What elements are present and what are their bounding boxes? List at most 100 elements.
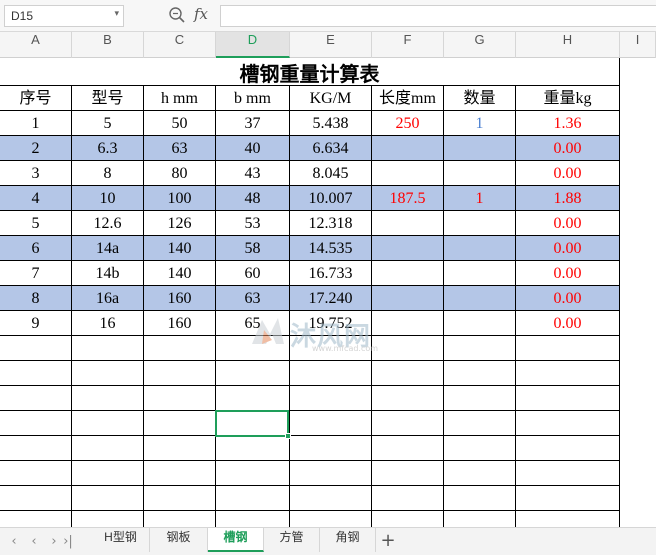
empty-cell[interactable] [372, 336, 444, 361]
cell-model[interactable]: 16a [72, 286, 144, 311]
prev-sheet-icon[interactable]: ‹ [26, 532, 42, 552]
cell-model[interactable]: 5 [72, 111, 144, 136]
cell-length[interactable] [372, 136, 444, 161]
empty-cell[interactable] [290, 486, 372, 511]
empty-cell[interactable] [216, 461, 290, 486]
sheet-tab[interactable]: 槽钢 [208, 528, 264, 552]
empty-cell[interactable] [372, 511, 444, 527]
cell-no[interactable]: 9 [0, 311, 72, 336]
cell-qty[interactable]: 1 [444, 111, 516, 136]
cell-qty[interactable] [444, 236, 516, 261]
empty-cell[interactable] [144, 486, 216, 511]
cell-length[interactable] [372, 161, 444, 186]
cell-length[interactable] [372, 261, 444, 286]
empty-cell[interactable] [290, 336, 372, 361]
cell-h[interactable]: 140 [144, 236, 216, 261]
empty-cell[interactable] [72, 411, 144, 436]
add-sheet-icon[interactable]: + [378, 530, 398, 552]
cell-b[interactable]: 48 [216, 186, 290, 211]
empty-cell[interactable] [144, 361, 216, 386]
empty-cell[interactable] [0, 511, 72, 527]
cell-model[interactable]: 8 [72, 161, 144, 186]
cell-length[interactable] [372, 311, 444, 336]
cell-h[interactable]: 160 [144, 286, 216, 311]
cell-length[interactable] [372, 286, 444, 311]
empty-cell[interactable] [216, 486, 290, 511]
cell-length[interactable]: 187.5 [372, 186, 444, 211]
sheet-tab[interactable]: 钢板 [150, 528, 208, 552]
cell-weight[interactable]: 1.36 [516, 111, 620, 136]
empty-cell[interactable] [444, 461, 516, 486]
cell-no[interactable]: 5 [0, 211, 72, 236]
empty-cell[interactable] [144, 511, 216, 527]
empty-cell[interactable] [516, 411, 620, 436]
cell-weight[interactable]: 0.00 [516, 286, 620, 311]
empty-cell[interactable] [290, 361, 372, 386]
cell-b[interactable]: 53 [216, 211, 290, 236]
cell-h[interactable]: 50 [144, 111, 216, 136]
first-sheet-icon[interactable]: ‹ [6, 532, 22, 552]
column-header-a[interactable]: A [0, 32, 72, 58]
empty-cell[interactable] [216, 436, 290, 461]
cell-weight[interactable]: 0.00 [516, 236, 620, 261]
empty-cell[interactable] [72, 461, 144, 486]
empty-cell[interactable] [0, 411, 72, 436]
empty-cell[interactable] [72, 511, 144, 527]
cell-no[interactable]: 1 [0, 111, 72, 136]
cell-h[interactable]: 160 [144, 311, 216, 336]
empty-cell[interactable] [290, 436, 372, 461]
empty-cell[interactable] [372, 436, 444, 461]
cell-b[interactable]: 37 [216, 111, 290, 136]
empty-cell[interactable] [444, 386, 516, 411]
empty-cell[interactable] [72, 436, 144, 461]
empty-cell[interactable] [216, 336, 290, 361]
empty-cell[interactable] [444, 336, 516, 361]
last-sheet-icon[interactable]: ›| [60, 532, 76, 552]
cell-weight[interactable]: 1.88 [516, 186, 620, 211]
name-box[interactable]: D15 ▾ [4, 5, 124, 27]
empty-cell[interactable] [444, 511, 516, 527]
empty-cell[interactable] [216, 361, 290, 386]
cell-model[interactable]: 10 [72, 186, 144, 211]
header-cell-b[interactable]: b mm [216, 86, 290, 111]
cell-length[interactable]: 250 [372, 111, 444, 136]
cell-kgm[interactable]: 12.318 [290, 211, 372, 236]
empty-cell[interactable] [516, 361, 620, 386]
empty-cell[interactable] [290, 411, 372, 436]
cell-kgm[interactable]: 14.535 [290, 236, 372, 261]
empty-cell[interactable] [0, 461, 72, 486]
empty-cell[interactable] [516, 511, 620, 527]
column-header-h[interactable]: H [516, 32, 620, 58]
empty-cell[interactable] [290, 386, 372, 411]
cell-no[interactable]: 3 [0, 161, 72, 186]
cell-kgm[interactable]: 10.007 [290, 186, 372, 211]
empty-cell[interactable] [290, 511, 372, 527]
cell-kgm[interactable]: 19.752 [290, 311, 372, 336]
table-title[interactable]: 槽钢重量计算表 [0, 58, 620, 86]
empty-cell[interactable] [372, 461, 444, 486]
chevron-down-icon[interactable]: ▾ [114, 8, 119, 19]
empty-cell[interactable] [144, 386, 216, 411]
cell-h[interactable]: 100 [144, 186, 216, 211]
cell-no[interactable]: 6 [0, 236, 72, 261]
empty-cell[interactable] [444, 361, 516, 386]
empty-cell[interactable] [372, 411, 444, 436]
empty-cell[interactable] [144, 461, 216, 486]
cell-no[interactable]: 4 [0, 186, 72, 211]
header-cell-kgm[interactable]: KG/M [290, 86, 372, 111]
empty-cell[interactable] [0, 336, 72, 361]
cell-qty[interactable]: 1 [444, 186, 516, 211]
fill-handle[interactable] [285, 433, 291, 439]
cell-b[interactable]: 58 [216, 236, 290, 261]
zoom-icon[interactable] [168, 6, 186, 24]
cell-qty[interactable] [444, 136, 516, 161]
empty-cell[interactable] [72, 336, 144, 361]
cell-length[interactable] [372, 236, 444, 261]
cell-qty[interactable] [444, 311, 516, 336]
cell-kgm[interactable]: 17.240 [290, 286, 372, 311]
cell-b[interactable]: 40 [216, 136, 290, 161]
header-cell-model[interactable]: 型号 [72, 86, 144, 111]
cell-model[interactable]: 14a [72, 236, 144, 261]
header-cell-no[interactable]: 序号 [0, 86, 72, 111]
empty-cell[interactable] [444, 486, 516, 511]
